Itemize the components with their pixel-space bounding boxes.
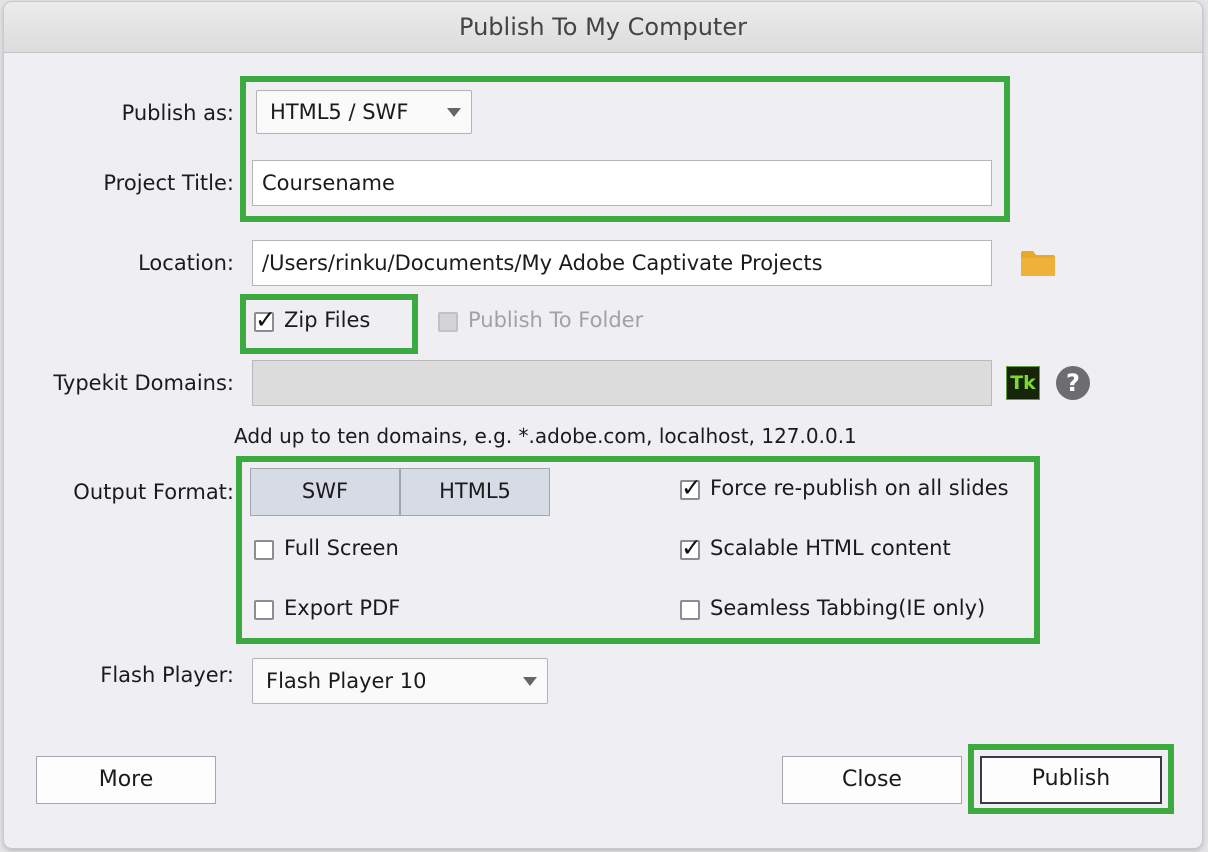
output-format-html5-toggle[interactable]: HTML5 xyxy=(400,468,550,516)
title-bar[interactable]: Publish To My Computer xyxy=(4,2,1202,53)
publish-as-label: Publish as: xyxy=(121,101,234,125)
flash-player-label: Flash Player: xyxy=(100,663,234,687)
full-screen-checkbox[interactable] xyxy=(254,540,274,560)
publish-as-dropdown[interactable]: HTML5 / SWF xyxy=(256,90,472,134)
close-button[interactable]: Close xyxy=(782,756,962,804)
output-format-swf-toggle[interactable]: SWF xyxy=(250,468,400,516)
output-format-label: Output Format: xyxy=(73,480,234,504)
typekit-icon[interactable]: Tk xyxy=(1006,366,1040,400)
publish-as-value: HTML5 / SWF xyxy=(270,100,409,124)
chevron-down-icon xyxy=(447,108,461,117)
location-input[interactable]: /Users/rinku/Documents/My Adobe Captivat… xyxy=(252,240,992,286)
window-title: Publish To My Computer xyxy=(459,13,747,41)
checkmark-icon: ✓ xyxy=(681,533,702,562)
chevron-down-icon xyxy=(523,677,537,686)
scalable-html-checkbox[interactable]: ✓ xyxy=(680,535,702,560)
scalable-html-label: Scalable HTML content xyxy=(710,536,951,560)
more-button[interactable]: More xyxy=(36,756,216,804)
publish-to-folder-checkbox[interactable] xyxy=(438,312,458,332)
typekit-domains-label: Typekit Domains: xyxy=(53,371,234,395)
folder-icon[interactable] xyxy=(1020,249,1056,277)
zip-files-label: Zip Files xyxy=(284,308,371,332)
full-screen-label: Full Screen xyxy=(284,536,399,560)
publish-to-folder-label: Publish To Folder xyxy=(468,308,644,332)
typekit-hint: Add up to ten domains, e.g. *.adobe.com,… xyxy=(234,424,857,448)
seamless-tabbing-label: Seamless Tabbing(IE only) xyxy=(710,596,986,620)
force-republish-label: Force re-publish on all slides xyxy=(710,476,1009,500)
force-republish-checkbox[interactable]: ✓ xyxy=(680,475,702,500)
checkmark-icon: ✓ xyxy=(255,305,276,334)
zip-files-checkbox[interactable]: ✓ xyxy=(254,307,276,332)
project-title-input[interactable]: Coursename xyxy=(252,160,992,206)
flash-player-value: Flash Player 10 xyxy=(266,669,427,693)
typekit-domains-input xyxy=(252,360,992,406)
publish-button[interactable]: Publish xyxy=(980,756,1162,804)
help-icon[interactable]: ? xyxy=(1056,366,1090,400)
export-pdf-checkbox[interactable] xyxy=(254,600,274,620)
location-label: Location: xyxy=(138,251,234,275)
export-pdf-label: Export PDF xyxy=(284,596,401,620)
flash-player-dropdown[interactable]: Flash Player 10 xyxy=(252,658,548,704)
checkmark-icon: ✓ xyxy=(681,473,702,502)
seamless-tabbing-checkbox[interactable] xyxy=(680,600,700,620)
publish-dialog: Publish To My Computer Publish as: HTML5… xyxy=(4,2,1202,848)
project-title-label: Project Title: xyxy=(103,171,234,195)
